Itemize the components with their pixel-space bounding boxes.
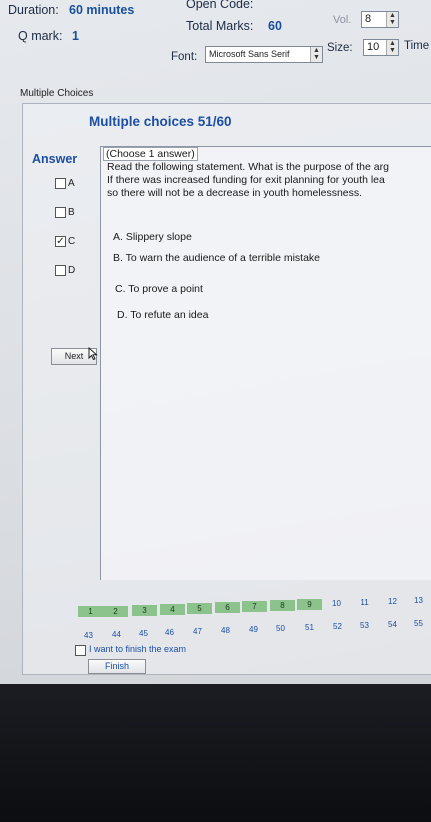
qmark-value: 1	[72, 29, 79, 43]
question-nav-48[interactable]: 48	[213, 625, 238, 636]
duration-label: Duration:	[8, 3, 59, 17]
size-spinner[interactable]: 10 ▲ ▼	[363, 39, 399, 56]
question-nav-55[interactable]: 55	[406, 618, 431, 629]
finish-button[interactable]: Finish	[88, 659, 146, 674]
question-nav-1[interactable]: 1	[78, 606, 103, 617]
answer-b-label: B	[68, 207, 75, 218]
answer-d-checkbox[interactable]	[55, 265, 66, 276]
answer-b-checkbox[interactable]	[55, 207, 66, 218]
question-nav-7[interactable]: 7	[242, 601, 267, 612]
spinner-arrows-icon[interactable]: ▲ ▼	[386, 40, 398, 55]
question-line-1: Read the following statement. What is th…	[107, 161, 389, 173]
font-label: Font:	[171, 51, 198, 63]
qmark-label: Q mark:	[18, 29, 63, 43]
question-nav-44[interactable]: 44	[104, 629, 129, 640]
total-marks-label: Total Marks:	[186, 19, 254, 33]
answer-c-label: C	[68, 236, 76, 247]
spinner-arrows-icon[interactable]: ▲ ▼	[310, 47, 322, 62]
next-button[interactable]: Next	[51, 347, 98, 365]
size-label: Size:	[327, 42, 353, 54]
total-marks-value: 60	[268, 19, 282, 33]
font-selector[interactable]: Microsoft Sans Serif ▲ ▼	[205, 46, 323, 63]
spinner-arrows-icon[interactable]: ▲ ▼	[386, 12, 398, 27]
question-nav-47[interactable]: 47	[185, 626, 210, 637]
question-nav-46[interactable]: 46	[157, 627, 182, 638]
question-nav-49[interactable]: 49	[241, 624, 266, 635]
question-nav-8[interactable]: 8	[270, 600, 295, 611]
checkmark-icon: ✓	[56, 236, 65, 247]
question-nav-54[interactable]: 54	[380, 619, 405, 630]
question-area	[100, 146, 431, 580]
question-nav-11[interactable]: 11	[352, 597, 377, 608]
size-value: 10	[367, 41, 380, 53]
answer-label: Answer	[32, 152, 78, 166]
instruction-text: (Choose 1 answer)	[103, 147, 198, 161]
question-nav-50[interactable]: 50	[268, 623, 293, 634]
question-line-2: If there was increased funding for exit …	[107, 174, 385, 186]
cursor-icon	[88, 347, 98, 360]
option-d[interactable]: D. To refute an idea	[117, 309, 208, 321]
question-nav-6[interactable]: 6	[215, 602, 240, 613]
monitor-bezel	[0, 684, 431, 822]
duration-value: 60 minutes	[69, 3, 135, 17]
volume-value: 8	[365, 13, 372, 25]
answer-a-checkbox[interactable]	[55, 178, 66, 189]
option-c[interactable]: C. To prove a point	[115, 283, 203, 295]
question-nav-53[interactable]: 53	[352, 620, 377, 631]
question-nav-13[interactable]: 13	[406, 595, 431, 606]
finish-button-label: Finish	[104, 661, 129, 671]
vol-label: Vol.	[333, 14, 352, 26]
finish-exam-checkbox[interactable]	[75, 645, 86, 656]
question-nav-45[interactable]: 45	[131, 628, 156, 639]
question-nav-51[interactable]: 51	[297, 622, 322, 633]
question-nav-52[interactable]: 52	[325, 621, 350, 632]
next-button-label: Next	[64, 351, 84, 361]
answer-d-label: D	[68, 265, 76, 276]
option-a[interactable]: A. Slippery slope	[113, 231, 192, 243]
option-b[interactable]: B. To warn the audience of a terrible mi…	[113, 252, 320, 264]
finish-exam-label: I want to finish the exam	[89, 644, 187, 654]
answer-a-label: A	[68, 178, 75, 189]
panel-title: Multiple choices 51/60	[89, 114, 232, 129]
question-nav-12[interactable]: 12	[380, 596, 405, 607]
tab-multiple-choices[interactable]: Multiple Choices	[20, 88, 93, 99]
question-nav-9[interactable]: 9	[297, 599, 322, 610]
question-nav-4[interactable]: 4	[160, 604, 185, 615]
question-nav-3[interactable]: 3	[132, 605, 157, 616]
question-line-3: so there will not be a decrease in youth…	[107, 187, 363, 199]
font-value: Microsoft Sans Serif	[209, 49, 290, 59]
question-nav-10[interactable]: 10	[324, 598, 349, 609]
time-label: Time	[404, 40, 430, 52]
question-nav-5[interactable]: 5	[187, 603, 212, 614]
question-nav-43[interactable]: 43	[76, 630, 101, 641]
open-code-label: Open Code:	[186, 0, 254, 11]
answer-c-checkbox[interactable]: ✓	[55, 236, 66, 247]
exam-window: Duration: 60 minutes Open Code: Q mark: …	[0, 0, 431, 684]
question-nav-2[interactable]: 2	[103, 606, 128, 617]
volume-spinner[interactable]: 8 ▲ ▼	[361, 11, 399, 28]
